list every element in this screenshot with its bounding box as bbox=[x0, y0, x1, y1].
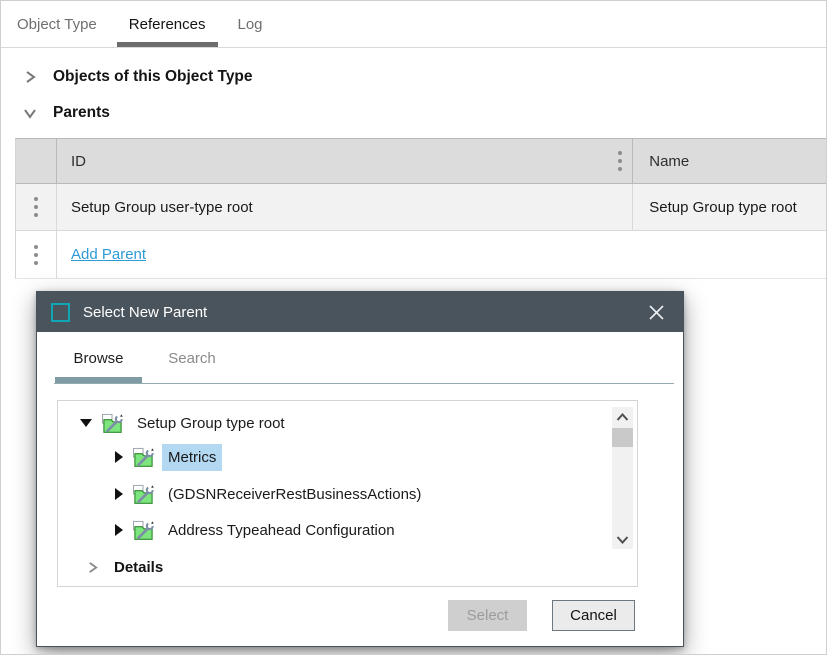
tree-item-label-selected[interactable]: Metrics bbox=[162, 444, 222, 471]
section-details[interactable]: Details bbox=[58, 551, 163, 583]
references-page: Object Type References Log Objects of th… bbox=[0, 0, 827, 655]
row-menu-cell[interactable] bbox=[16, 231, 57, 278]
tab-references[interactable]: References bbox=[117, 1, 218, 47]
setup-group-folder-icon bbox=[132, 447, 155, 468]
tree-expanded-icon[interactable] bbox=[80, 419, 92, 427]
select-new-parent-dialog: Select New Parent Browse Search bbox=[36, 291, 684, 647]
details-label: Details bbox=[114, 559, 163, 576]
tree-item-label[interactable]: Address Typeahead Configuration bbox=[162, 517, 401, 544]
tree-collapsed-icon[interactable] bbox=[115, 488, 123, 500]
chevron-right-icon bbox=[86, 561, 99, 574]
section-objects-of-this-object-type[interactable]: Objects of this Object Type bbox=[1, 62, 253, 92]
scroll-up-icon[interactable] bbox=[612, 407, 633, 427]
chevron-right-icon bbox=[23, 70, 37, 84]
tab-browse[interactable]: Browse bbox=[55, 332, 142, 384]
column-header-name[interactable]: Name bbox=[633, 139, 827, 183]
row-menu-icon[interactable] bbox=[34, 197, 38, 201]
parents-table: ID Name Setup Group user-type root Setup… bbox=[15, 138, 827, 279]
column-menu-icon[interactable] bbox=[618, 151, 622, 155]
parent-tree-panel: Setup Group type root Metrics bbox=[57, 400, 638, 587]
section-parents[interactable]: Parents bbox=[1, 98, 110, 128]
dialog-title: Select New Parent bbox=[83, 304, 643, 321]
dialog-titlebar: Select New Parent bbox=[37, 292, 683, 332]
tree-scrollbar[interactable] bbox=[612, 407, 633, 549]
cancel-button[interactable]: Cancel bbox=[552, 600, 635, 631]
dialog-tabbar: Browse Search bbox=[37, 332, 683, 384]
tree-item-gdsn-receiver[interactable]: (GDSNReceiverRestBusinessActions) bbox=[58, 477, 607, 511]
header-grip-cell bbox=[16, 139, 57, 183]
add-parent-row: Add Parent bbox=[15, 231, 827, 279]
column-header-label: ID bbox=[71, 153, 86, 170]
tree-item-metrics[interactable]: Metrics bbox=[58, 440, 607, 474]
dialog-footer: Select Cancel bbox=[448, 600, 635, 631]
select-button[interactable]: Select bbox=[448, 600, 527, 631]
tree-item-setup-group-type-root[interactable]: Setup Group type root bbox=[58, 406, 607, 440]
section-title: Parents bbox=[53, 104, 110, 122]
table-row[interactable]: Setup Group user-type root Setup Group t… bbox=[15, 184, 827, 231]
setup-group-folder-icon bbox=[101, 413, 124, 434]
column-header-label: Name bbox=[649, 153, 689, 170]
chevron-down-icon bbox=[23, 106, 37, 120]
tree-item-label[interactable]: Setup Group type root bbox=[131, 410, 291, 437]
close-icon[interactable] bbox=[643, 299, 669, 325]
add-parent-link[interactable]: Add Parent bbox=[71, 246, 146, 263]
section-title: Objects of this Object Type bbox=[53, 68, 253, 86]
setup-group-folder-icon bbox=[132, 520, 155, 541]
tree-item-address-typeahead[interactable]: Address Typeahead Configuration bbox=[58, 513, 607, 547]
app-square-icon bbox=[51, 303, 70, 322]
cell-id: Setup Group user-type root bbox=[57, 184, 633, 230]
cell-name-value: Setup Group type root bbox=[649, 199, 797, 216]
tree-collapsed-icon[interactable] bbox=[115, 451, 123, 463]
main-tabbar: Object Type References Log bbox=[1, 1, 826, 48]
add-parent-cell: Add Parent bbox=[57, 231, 827, 278]
row-menu-cell[interactable] bbox=[16, 184, 57, 230]
tab-search[interactable]: Search bbox=[149, 332, 235, 384]
tree-collapsed-icon[interactable] bbox=[115, 524, 123, 536]
table-header-row: ID Name bbox=[15, 138, 827, 184]
tree-item-label[interactable]: (GDSNReceiverRestBusinessActions) bbox=[162, 481, 427, 508]
cell-name: Setup Group type root bbox=[633, 184, 827, 230]
tab-separator-line bbox=[54, 383, 674, 384]
scroll-down-icon[interactable] bbox=[612, 529, 633, 549]
scrollbar-thumb[interactable] bbox=[612, 428, 633, 447]
tab-log[interactable]: Log bbox=[226, 1, 275, 47]
cell-id-value: Setup Group user-type root bbox=[71, 199, 253, 216]
setup-group-folder-icon bbox=[132, 484, 155, 505]
row-menu-icon[interactable] bbox=[34, 245, 38, 249]
tab-object-type[interactable]: Object Type bbox=[5, 1, 109, 47]
column-header-id[interactable]: ID bbox=[57, 139, 633, 183]
